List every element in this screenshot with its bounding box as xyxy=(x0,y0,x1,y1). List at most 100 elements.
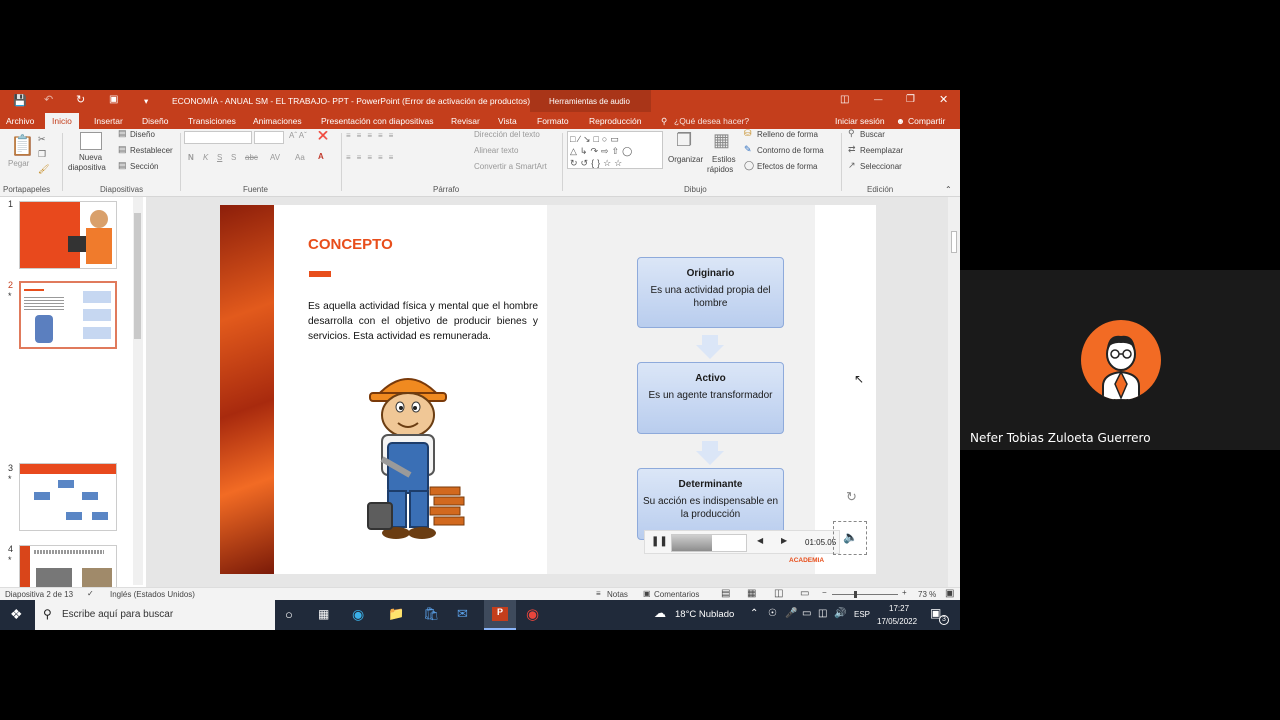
rotate-handle-icon[interactable]: ↻ xyxy=(846,489,857,505)
new-slide-label-1[interactable]: Nueva xyxy=(79,153,102,162)
tab-insertar[interactable]: Insertar xyxy=(94,116,123,126)
canvas-scrollbar[interactable] xyxy=(948,197,960,587)
quick-styles-label-1[interactable]: Estilos xyxy=(712,155,736,164)
tab-diseno[interactable]: Diseño xyxy=(142,116,168,126)
case-icon[interactable]: Aa xyxy=(295,153,305,162)
underline-icon[interactable]: S xyxy=(217,153,222,162)
text-direction-button[interactable]: Dirección del texto xyxy=(474,130,540,139)
microphone-icon[interactable]: 🎤 xyxy=(785,608,797,619)
windows-start-icon[interactable]: ❖ xyxy=(10,606,23,623)
zoom-level[interactable]: 73 % xyxy=(918,590,936,599)
layout-button[interactable]: Diseño xyxy=(130,130,155,139)
arrange-icon[interactable]: ❐ xyxy=(676,130,692,151)
align-icons[interactable]: ≡≡≡≡≡ xyxy=(346,153,399,162)
language-status[interactable]: Inglés (Estados Unidos) xyxy=(110,590,195,599)
powerpoint-taskbar-button[interactable]: P xyxy=(484,600,516,630)
tab-revisar[interactable]: Revisar xyxy=(451,116,480,126)
customize-toolbar-icon[interactable]: ▾ xyxy=(144,96,148,107)
cut-icon[interactable]: ✂ xyxy=(38,134,46,145)
font-color-icon[interactable]: A xyxy=(318,152,324,161)
arrange-button[interactable]: Organizar xyxy=(668,155,703,164)
task-view-icon[interactable]: ▦ xyxy=(318,607,329,621)
redo-icon[interactable]: ↻ xyxy=(76,93,85,106)
pause-button[interactable]: ❚❚ xyxy=(651,536,668,547)
slide-thumbnail-1[interactable] xyxy=(19,201,117,269)
save-icon[interactable]: 💾 xyxy=(13,94,27,107)
normal-view-icon[interactable]: ▤ xyxy=(721,588,730,599)
taskbar-search-box[interactable]: ⚲ Escribe aquí para buscar xyxy=(35,600,275,630)
keyboard-language[interactable]: ESP xyxy=(854,610,870,619)
thumbnails-scrollbar[interactable] xyxy=(133,197,143,585)
reset-button[interactable]: Restablecer xyxy=(130,146,173,155)
network-icon[interactable]: ◫ xyxy=(818,608,827,619)
font-size-input[interactable] xyxy=(254,131,284,144)
italic-icon[interactable]: K xyxy=(203,153,208,162)
select-button[interactable]: Seleccionar xyxy=(860,162,902,171)
replace-button[interactable]: Reemplazar xyxy=(860,146,903,155)
tell-me-search[interactable]: ¿Qué desea hacer? xyxy=(674,116,749,126)
store-icon[interactable]: 🛍 xyxy=(423,606,440,622)
smartart-button[interactable]: Convertir a SmartArt xyxy=(474,162,547,171)
tray-meet-icon[interactable]: ☉ xyxy=(768,608,777,619)
slide-sorter-icon[interactable]: ▦ xyxy=(747,588,756,599)
undo-icon[interactable]: ↶ xyxy=(44,93,53,106)
volume-icon[interactable]: 🔊 xyxy=(834,608,846,619)
quick-styles-label-2[interactable]: rápidos xyxy=(707,165,733,174)
minimize-icon[interactable]: — xyxy=(874,94,883,104)
zoom-slider[interactable] xyxy=(832,591,898,598)
new-slide-label-2[interactable]: diapositiva xyxy=(68,163,106,172)
format-painter-icon[interactable]: 🖌 xyxy=(38,164,49,175)
spellcheck-icon[interactable]: ✓ xyxy=(87,589,94,598)
section-button[interactable]: Sección xyxy=(130,162,158,171)
slide-thumbnail-3[interactable] xyxy=(19,463,117,531)
shape-fill-button[interactable]: Relleno de forma xyxy=(757,130,818,139)
slide-thumbnail-2[interactable] xyxy=(19,281,117,349)
speaker-icon[interactable]: 🔈 xyxy=(843,530,858,544)
font-name-input[interactable] xyxy=(184,131,252,144)
weather-text[interactable]: 18°C Nublado xyxy=(675,609,734,620)
bold-icon[interactable]: N xyxy=(188,153,194,162)
battery-icon[interactable]: ▭ xyxy=(802,608,811,619)
notes-button[interactable]: Notas xyxy=(607,590,628,599)
clock-date[interactable]: 17/05/2022 xyxy=(877,617,917,626)
mail-icon[interactable]: ✉ xyxy=(457,606,468,622)
ribbon-display-icon[interactable]: ◫ xyxy=(840,94,849,105)
close-icon[interactable]: ✕ xyxy=(939,93,948,106)
list-icons[interactable]: ≡≡≡≡≡ xyxy=(346,131,399,140)
paste-icon[interactable]: 📋 xyxy=(10,133,35,158)
comments-button[interactable]: Comentarios xyxy=(654,590,699,599)
tab-transiciones[interactable]: Transiciones xyxy=(188,116,236,126)
paste-label[interactable]: Pegar xyxy=(8,159,29,168)
copy-icon[interactable]: ❐ xyxy=(38,149,46,160)
slideshow-icon[interactable]: ▭ xyxy=(800,588,809,599)
fit-slide-icon[interactable]: ▣ xyxy=(945,588,954,599)
tab-archivo[interactable]: Archivo xyxy=(6,116,34,126)
shape-effects-button[interactable]: Efectos de forma xyxy=(757,162,817,171)
spacing-icon[interactable]: AV xyxy=(270,153,280,162)
shape-outline-button[interactable]: Contorno de forma xyxy=(757,146,824,155)
audio-progress-bar[interactable] xyxy=(671,534,747,552)
start-presentation-icon[interactable]: ▣ xyxy=(109,94,118,105)
tab-inicio[interactable]: Inicio xyxy=(45,113,79,129)
quick-styles-icon[interactable]: ▦ xyxy=(713,130,730,151)
zoom-out-button[interactable]: − xyxy=(822,588,827,597)
tab-reproduccion[interactable]: Reproducción xyxy=(589,116,641,126)
chrome-icon[interactable]: ◉ xyxy=(526,605,539,623)
new-slide-icon[interactable] xyxy=(80,132,102,150)
skip-back-button[interactable]: ◀ xyxy=(757,536,763,545)
tab-formato[interactable]: Formato xyxy=(537,116,569,126)
shadow-icon[interactable]: S xyxy=(231,153,236,162)
edge-icon[interactable]: ◉ xyxy=(352,606,364,623)
clear-format-icon[interactable]: ❌ xyxy=(318,131,328,140)
tab-animaciones[interactable]: Animaciones xyxy=(253,116,302,126)
slide-2[interactable]: CONCEPTO Es aquella actividad física y m… xyxy=(220,205,876,574)
tray-chevron-icon[interactable]: ⌃ xyxy=(750,608,758,619)
tab-vista[interactable]: Vista xyxy=(498,116,517,126)
skip-forward-button[interactable]: ▶ xyxy=(781,536,787,545)
share-button[interactable]: Compartir xyxy=(908,116,945,126)
sign-in-link[interactable]: Iniciar sesión xyxy=(835,116,885,126)
align-text-button[interactable]: Alinear texto xyxy=(474,146,518,155)
strikethrough-icon[interactable]: abc xyxy=(245,153,258,162)
clock-time[interactable]: 17:27 xyxy=(889,604,909,613)
restore-icon[interactable]: ❐ xyxy=(906,94,915,105)
